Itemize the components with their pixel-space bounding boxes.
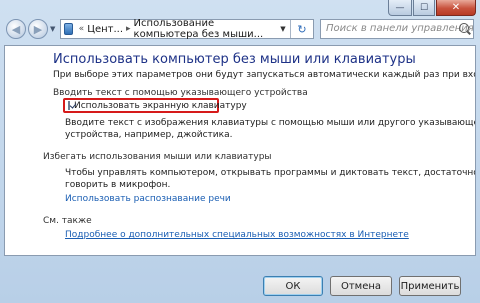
search-placeholder: Поиск в панели управления <box>326 23 474 34</box>
on-screen-keyboard-label[interactable]: Использовать экранную клавиатуру <box>74 101 247 111</box>
section-heading-see-also: См. также <box>43 216 92 226</box>
ok-button[interactable]: ОК <box>263 276 323 296</box>
apply-button[interactable]: Применить <box>399 276 461 296</box>
forward-button[interactable]: ▶ <box>28 19 48 39</box>
cancel-button[interactable]: Отмена <box>330 276 392 296</box>
on-screen-keyboard-description-2: устройства, например, джойстика. <box>65 130 233 140</box>
breadcrumb-item-control-panel[interactable]: Цент... <box>87 24 123 35</box>
section-heading-avoid-mouse: Избегать использования мыши или клавиату… <box>43 152 272 162</box>
close-button[interactable]: ✕ <box>436 0 476 16</box>
intro-text: При выборе этих параметров они будут зап… <box>53 70 475 80</box>
forward-arrow-icon: ▶ <box>33 22 43 36</box>
speech-description-2: говорить в микрофон. <box>65 180 171 190</box>
back-arrow-icon: ◀ <box>11 22 21 36</box>
on-screen-keyboard-checkbox[interactable] <box>68 101 70 110</box>
maximize-button[interactable]: ☐ <box>413 0 435 16</box>
content-panel: Использовать компьютер без мыши или клав… <box>4 45 476 256</box>
recent-pages-dropdown-icon[interactable]: ▼ <box>50 25 55 33</box>
refresh-button[interactable]: ↻ <box>290 20 313 38</box>
on-screen-keyboard-description-1: Вводите текст с изображения клавиатуры с… <box>65 118 476 128</box>
caption-buttons: — ☐ ✕ <box>388 0 476 16</box>
address-dropdown-icon[interactable]: ▼ <box>276 25 290 33</box>
breadcrumb-separator-icon[interactable]: ▸ <box>126 24 131 34</box>
minimize-button[interactable]: — <box>388 0 412 16</box>
navigation-bar: ◀ ▶ ▼ « Цент... ▸ Использование компьюте… <box>4 17 476 41</box>
speech-description-1: Чтобы управлять компьютером, открывать п… <box>65 168 476 178</box>
control-panel-window: — ☐ ✕ ◀ ▶ ▼ « Цент... ▸ Использование ко… <box>0 0 480 303</box>
more-accessibility-online-link[interactable]: Подробнее о дополнительных специальных в… <box>65 229 409 241</box>
refresh-icon: ↻ <box>297 22 307 36</box>
back-button[interactable]: ◀ <box>6 19 26 39</box>
page-title: Использовать компьютер без мыши или клав… <box>53 52 416 67</box>
address-bar[interactable]: « Цент... ▸ Использование компьютера без… <box>60 18 314 40</box>
breadcrumb-item-current[interactable]: Использование компьютера без мыши... <box>134 18 276 40</box>
control-panel-icon <box>64 23 73 35</box>
speech-recognition-link[interactable]: Использовать распознавание речи <box>65 193 231 205</box>
breadcrumb-chevron-icon[interactable]: « <box>79 24 85 34</box>
highlight-frame: Использовать экранную клавиатуру <box>63 98 247 113</box>
search-input[interactable]: Поиск в панели управления <box>320 19 474 39</box>
search-icon[interactable] <box>459 23 469 33</box>
